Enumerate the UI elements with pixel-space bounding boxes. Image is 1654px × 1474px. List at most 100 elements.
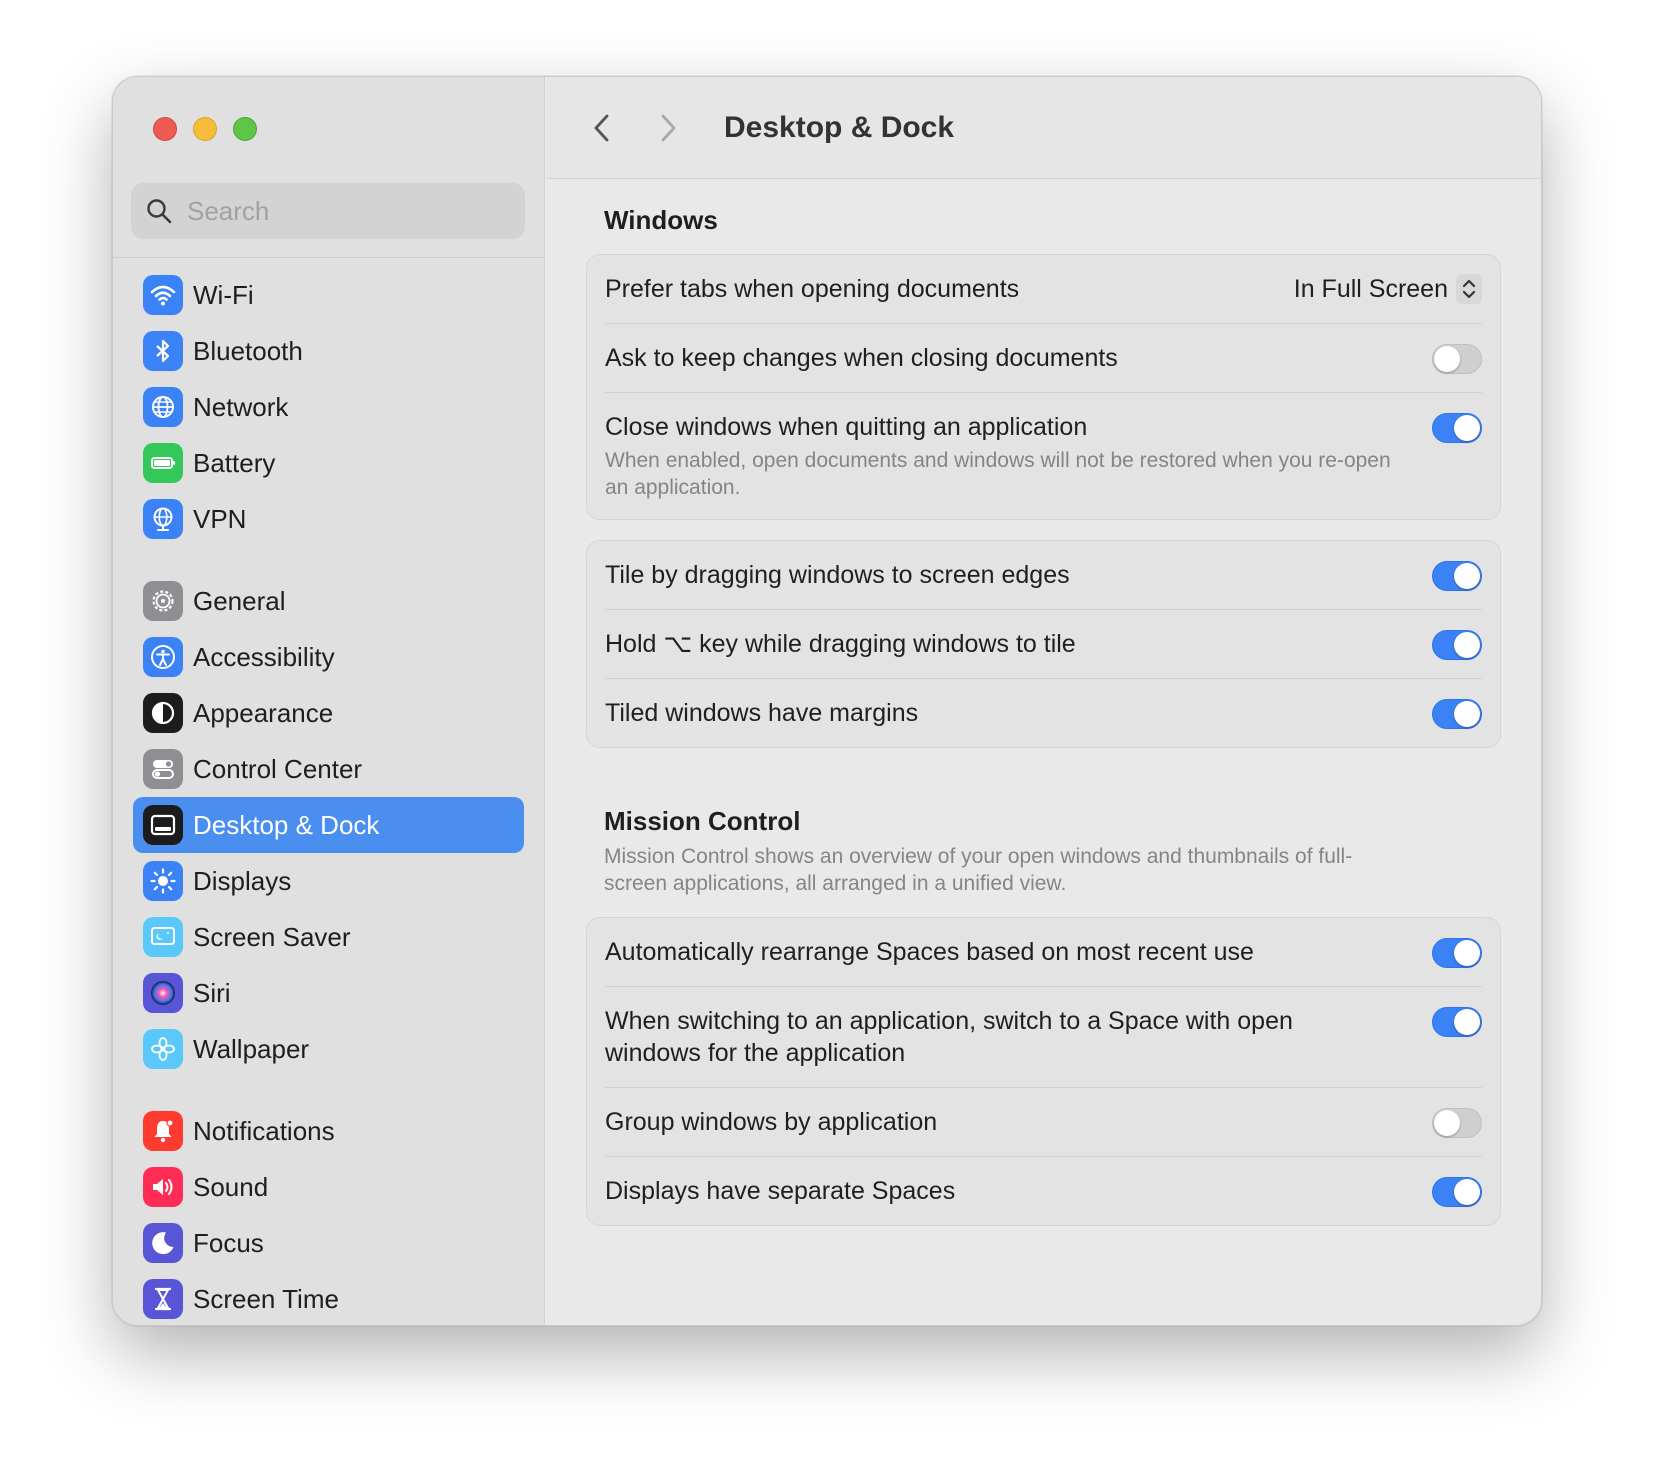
updown-chevron-icon: [1456, 274, 1482, 304]
flower-icon: [143, 1029, 183, 1069]
toggle-switch[interactable]: [1432, 699, 1482, 729]
setting-row-displays-have-separate-spaces: Displays have separate Spaces: [605, 1157, 1482, 1225]
sidebar-item-label: Control Center: [193, 753, 363, 784]
search-icon: [147, 199, 172, 224]
page-title: Desktop & Dock: [724, 110, 955, 144]
sidebar-group: Notifications Sound Focus Screen Time: [113, 1103, 544, 1325]
main-pane: Desktop & Dock Windows Prefer tabs when …: [546, 77, 1541, 1325]
sidebar-item-displays[interactable]: Displays: [133, 853, 524, 909]
setting-label: Displays have separate Spaces: [605, 1177, 956, 1205]
control-center-icon: [143, 749, 183, 789]
minimize-window-button[interactable]: [193, 117, 217, 141]
setting-row-close-windows-when-quitting-an-applicati: Close windows when quitting an applicati…: [605, 393, 1482, 519]
search-input[interactable]: [187, 195, 507, 227]
sidebar-item-siri[interactable]: Siri: [133, 965, 524, 1021]
toggle-switch[interactable]: [1432, 630, 1482, 660]
sidebar-item-focus[interactable]: Focus: [133, 1215, 524, 1271]
setting-text: Ask to keep changes when closing documen…: [605, 342, 1118, 374]
sidebar-item-appearance[interactable]: Appearance: [133, 685, 524, 741]
sidebar-item-label: Siri: [193, 977, 231, 1008]
sidebar-item-label: Screen Time: [193, 1283, 339, 1314]
sidebar-item-general[interactable]: General: [133, 573, 524, 629]
chevron-left-icon: [594, 114, 609, 141]
popup-value: In Full Screen: [1293, 275, 1448, 303]
sidebar-item-screen-time[interactable]: Screen Time: [133, 1271, 524, 1325]
setting-row-when-switching-to-an-application-switch-: When switching to an application, switch…: [605, 987, 1482, 1088]
sidebar-item-label: Screen Saver: [193, 921, 351, 952]
close-window-button[interactable]: [153, 117, 177, 141]
chevron-right-icon: [661, 114, 676, 141]
bluetooth-icon: [143, 331, 183, 371]
setting-text: Prefer tabs when opening documents: [605, 273, 1019, 305]
toggle-switch[interactable]: [1432, 1108, 1482, 1138]
sidebar-item-label: VPN: [193, 503, 247, 534]
accessibility-icon: [143, 637, 183, 677]
toggle-switch[interactable]: [1432, 1177, 1482, 1207]
section-title-windows: Windows: [604, 205, 718, 235]
setting-label: Ask to keep changes when closing documen…: [605, 344, 1118, 372]
battery-icon: [143, 443, 183, 483]
search-field[interactable]: [131, 183, 525, 239]
toggle-switch[interactable]: [1432, 1007, 1482, 1037]
setting-row-tiled-windows-have-margins: Tiled windows have margins: [605, 679, 1482, 747]
sidebar-item-label: Desktop & Dock: [193, 809, 380, 840]
sidebar-item-battery[interactable]: Battery: [133, 435, 524, 491]
mission-control-description: Mission Control shows an overview of you…: [604, 845, 1353, 895]
sidebar-item-accessibility[interactable]: Accessibility: [133, 629, 524, 685]
sidebar-item-bluetooth[interactable]: Bluetooth: [133, 323, 524, 379]
toolbar: Desktop & Dock: [546, 77, 1541, 179]
wifi-icon: [143, 275, 183, 315]
setting-text: Automatically rearrange Spaces based on …: [605, 936, 1254, 968]
appearance-icon: [143, 693, 183, 733]
sidebar-group: Wi-Fi Bluetooth Network Battery VPN: [113, 267, 544, 547]
sidebar-item-screen-saver[interactable]: Screen Saver: [133, 909, 524, 965]
screen-saver-icon: [143, 917, 183, 957]
sidebar-item-desktop-dock[interactable]: Desktop & Dock: [133, 797, 524, 853]
speaker-icon: [143, 1167, 183, 1207]
sun-icon: [143, 861, 183, 901]
setting-text: When switching to an application, switch…: [605, 1005, 1365, 1069]
sidebar-item-wi-fi[interactable]: Wi-Fi: [133, 267, 524, 323]
sidebar-item-notifications[interactable]: Notifications: [133, 1103, 524, 1159]
setting-row-automatically-rearrange-spaces-based-on-: Automatically rearrange Spaces based on …: [605, 918, 1482, 987]
sidebar-item-label: Appearance: [193, 697, 334, 728]
toggle-switch[interactable]: [1432, 938, 1482, 968]
sidebar-item-vpn[interactable]: VPN: [133, 491, 524, 547]
prefer-tabs-popup[interactable]: In Full Screen: [1294, 273, 1482, 305]
sidebar-item-label: Sound: [193, 1171, 269, 1202]
sidebar-item-label: Displays: [193, 865, 292, 896]
window-controls: [153, 117, 257, 141]
setting-text: Displays have separate Spaces: [605, 1175, 955, 1207]
toggle-switch[interactable]: [1432, 413, 1482, 443]
globe-icon: [143, 387, 183, 427]
setting-label: Automatically rearrange Spaces based on …: [605, 938, 1254, 966]
setting-row-group-windows-by-application: Group windows by application: [605, 1088, 1482, 1157]
sidebar: Wi-Fi Bluetooth Network Battery VPN General Ac…: [113, 77, 545, 1325]
siri-icon: [143, 973, 183, 1013]
moon-icon: [143, 1223, 183, 1263]
setting-row-tile-by-dragging-windows-to-screen-edges: Tile by dragging windows to screen edges: [605, 541, 1482, 610]
vpn-globe-icon: [143, 499, 183, 539]
sidebar-item-label: Network: [193, 391, 289, 422]
zoom-window-button[interactable]: [233, 117, 257, 141]
sidebar-item-sound[interactable]: Sound: [133, 1159, 524, 1215]
toggle-switch[interactable]: [1432, 344, 1482, 374]
back-button[interactable]: [582, 108, 622, 148]
setting-text: Hold ⌥ key while dragging windows to til…: [605, 628, 1076, 660]
setting-label: Close windows when quitting an applicati…: [605, 413, 1088, 441]
sidebar-item-network[interactable]: Network: [133, 379, 524, 435]
sidebar-item-label: Wallpaper: [193, 1033, 310, 1064]
tiling-card: Tile by dragging windows to screen edges…: [586, 540, 1501, 748]
setting-label: Prefer tabs when opening documents: [605, 275, 1020, 303]
sidebar-item-label: Notifications: [193, 1115, 335, 1146]
setting-text: Group windows by application: [605, 1106, 937, 1138]
sidebar-item-control-center[interactable]: Control Center: [133, 741, 524, 797]
sidebar-group: General Accessibility Appearance Control Ce…: [113, 573, 544, 1077]
sidebar-item-wallpaper[interactable]: Wallpaper: [133, 1021, 524, 1077]
sidebar-item-label: Focus: [193, 1227, 264, 1258]
toggle-switch[interactable]: [1432, 561, 1482, 591]
setting-label: Group windows by application: [605, 1108, 938, 1136]
dock-icon: [143, 805, 183, 845]
bell-icon: [143, 1111, 183, 1151]
forward-button[interactable]: [648, 108, 688, 148]
